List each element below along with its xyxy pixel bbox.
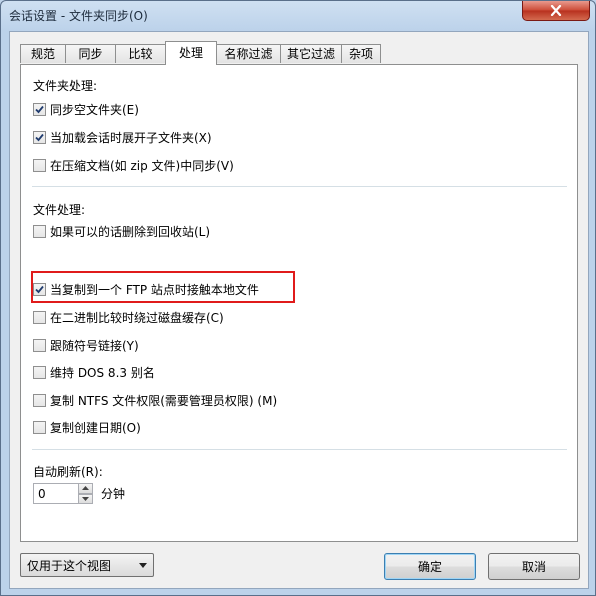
checkbox-box [33,393,46,407]
checkbox-label: 同步空文件夹(E) [50,102,139,117]
checkbox-box [33,102,46,116]
checkbox-label: 复制 NTFS 文件权限(需要管理员权限) (M) [50,393,278,408]
sync-in-archives-checkbox[interactable]: 在压缩文档(如 zip 文件)中同步(V) [33,156,234,174]
checkbox-label: 在二进制比较时绕过磁盘缓存(C) [50,310,224,325]
close-button[interactable] [522,1,590,21]
checkbox-box [33,282,46,296]
arrow-up-icon [82,486,89,491]
auto-refresh-unit: 分钟 [101,487,126,501]
copy-creation-date-checkbox[interactable]: 复制创建日期(O) [33,418,141,436]
auto-refresh-control: 分钟 [33,483,125,504]
checkmark-icon [35,133,44,141]
checkbox-label: 如果可以的话删除到回收站(L) [50,224,211,239]
checkbox-label: 维持 DOS 8.3 别名 [50,365,155,380]
section-divider [32,186,567,187]
window-title: 会话设置 - 文件夹同步(O) [9,9,148,23]
scope-dropdown[interactable]: 仅用于这个视图 [20,553,154,577]
checkbox-label: 跟随符号链接(Y) [50,338,139,353]
folder-section-label: 文件夹处理: [33,79,98,93]
dialog-client: 规范 同步 比较 处理 名称过滤 其它过滤 杂项 文件夹处理: 同步空文件夹(E… [9,31,589,589]
chevron-down-icon [139,563,147,568]
spinner-buttons [79,483,93,504]
checkbox-label: 当复制到一个 FTP 站点时接触本地文件 [50,282,259,297]
cancel-button[interactable]: 取消 [488,553,580,580]
tab-label: 名称过滤 [224,47,273,61]
section-divider [32,449,567,450]
checkbox-box [33,224,46,238]
scope-dropdown-value: 仅用于这个视图 [27,558,112,573]
auto-refresh-input[interactable] [33,483,79,504]
sync-empty-folders-checkbox[interactable]: 同步空文件夹(E) [33,100,139,118]
arrow-down-icon [82,496,89,501]
touch-local-files-checkbox[interactable]: 当复制到一个 FTP 站点时接触本地文件 [33,280,259,298]
checkbox-box [33,338,46,352]
tab-other-filters[interactable]: 其它过滤 [280,44,342,63]
keep-dos-alias-checkbox[interactable]: 维持 DOS 8.3 别名 [33,363,155,381]
handling-panel: 文件夹处理: 同步空文件夹(E) 当加载会话时展开子文件夹(X) 在压缩文档(如… [20,64,578,542]
checkbox-box [33,310,46,324]
checkbox-box [33,158,46,172]
tab-label: 处理 [178,46,203,60]
spin-down-button[interactable] [79,493,93,504]
close-icon [550,5,562,16]
ok-button-label: 确定 [417,560,442,574]
tab-sync[interactable]: 同步 [65,44,116,63]
tab-handling[interactable]: 处理 [165,41,217,65]
checkbox-label: 复制创建日期(O) [50,420,141,435]
checkbox-box [33,365,46,379]
tab-misc[interactable]: 杂项 [341,44,381,63]
delete-to-recycle-bin-checkbox[interactable]: 如果可以的话删除到回收站(L) [33,222,210,240]
expand-subfolders-checkbox[interactable]: 当加载会话时展开子文件夹(X) [33,128,212,146]
file-section-label: 文件处理: [33,203,86,217]
cancel-button-label: 取消 [521,560,546,574]
checkbox-box [33,420,46,434]
checkbox-box [33,130,46,144]
tab-label: 同步 [78,47,103,61]
tab-compare[interactable]: 比较 [115,44,166,63]
follow-symlinks-checkbox[interactable]: 跟随符号链接(Y) [33,336,139,354]
copy-ntfs-permissions-checkbox[interactable]: 复制 NTFS 文件权限(需要管理员权限) (M) [33,391,277,409]
bypass-disk-cache-checkbox[interactable]: 在二进制比较时绕过磁盘缓存(C) [33,308,224,326]
checkmark-icon [35,285,44,293]
tab-label: 规范 [30,47,55,61]
checkbox-label: 在压缩文档(如 zip 文件)中同步(V) [50,158,234,173]
checkmark-icon [35,105,44,113]
dialog-window: 会话设置 - 文件夹同步(O) 规范 同步 比较 处理 名称过滤 其它过滤 杂项… [0,0,596,596]
checkbox-label: 当加载会话时展开子文件夹(X) [50,130,212,145]
auto-refresh-label: 自动刷新(R): [33,465,103,479]
tab-rules[interactable]: 规范 [20,44,66,63]
spin-up-button[interactable] [79,483,93,494]
tab-label: 比较 [128,47,153,61]
tab-label: 其它过滤 [286,47,335,61]
ok-button[interactable]: 确定 [384,553,476,580]
tab-name-filters[interactable]: 名称过滤 [216,44,281,63]
tab-label: 杂项 [348,47,373,61]
